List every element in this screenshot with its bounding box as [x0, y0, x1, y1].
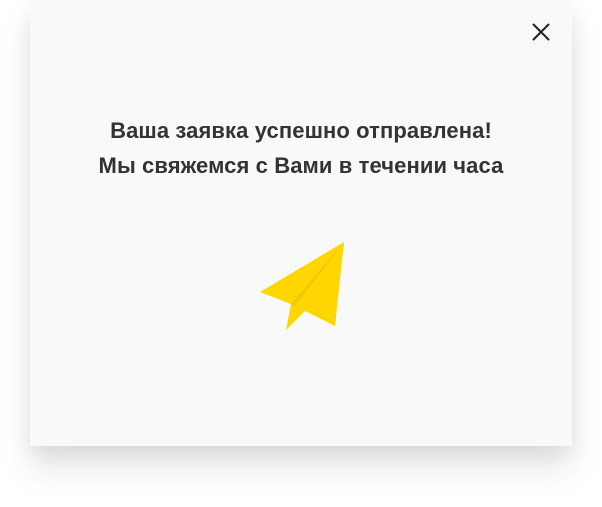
success-message: Ваша заявка успешно отправлена! Мы свяже… [30, 113, 572, 183]
success-message-line-1: Ваша заявка успешно отправлена! [110, 118, 492, 143]
success-message-line-2: Мы свяжемся с Вами в течении часа [98, 153, 504, 178]
paper-plane-icon [260, 242, 344, 330]
paper-plane-illustration [259, 242, 345, 330]
close-icon [532, 23, 550, 41]
page-backdrop: Ваша заявка успешно отправлена! Мы свяже… [0, 0, 602, 507]
success-modal: Ваша заявка успешно отправлена! Мы свяже… [30, 0, 572, 446]
close-button[interactable] [530, 21, 552, 43]
